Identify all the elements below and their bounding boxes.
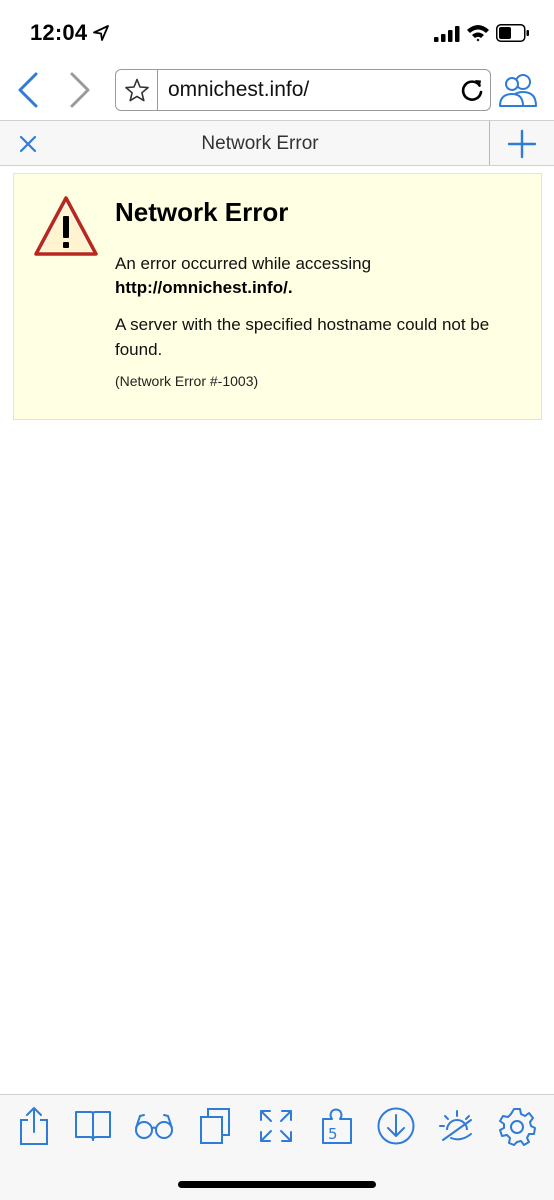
tab-bar: Network Error <box>0 120 554 166</box>
settings-button[interactable] <box>496 1105 538 1147</box>
location-arrow-icon <box>93 25 109 41</box>
new-tab-icon[interactable] <box>507 129 537 159</box>
wifi-icon <box>467 25 489 42</box>
url-text[interactable]: omnichest.info/ <box>168 78 309 102</box>
error-title: Network Error <box>115 197 289 227</box>
fullscreen-button[interactable] <box>255 1105 297 1147</box>
reader-glasses-icon <box>135 1114 173 1139</box>
bookmarks-button[interactable] <box>72 1105 114 1147</box>
address-bar[interactable]: omnichest.info/ <box>115 69 491 111</box>
extensions-icon: 5 <box>322 1108 352 1144</box>
navigation-bar: omnichest.info/ <box>0 62 554 118</box>
extensions-button[interactable]: 5 <box>316 1105 358 1147</box>
night-mode-button[interactable] <box>436 1105 478 1147</box>
share-button[interactable] <box>13 1105 55 1147</box>
cellular-signal-icon <box>434 26 460 42</box>
tabs-button[interactable] <box>194 1105 236 1147</box>
gear-icon <box>499 1108 536 1146</box>
tab-divider <box>489 121 490 165</box>
fullscreen-icon <box>260 1110 292 1142</box>
star-icon <box>124 78 149 102</box>
back-button[interactable] <box>14 70 44 110</box>
error-detail: A server with the specified hostname cou… <box>115 315 490 359</box>
tabs-icon <box>200 1108 230 1144</box>
bookmark-star-button[interactable] <box>116 70 158 110</box>
downloads-icon <box>377 1107 415 1145</box>
error-code: (Network Error #-1003) <box>115 373 259 389</box>
warning-icon <box>34 196 98 256</box>
svg-text:5: 5 <box>328 1125 338 1143</box>
close-tab-icon[interactable] <box>16 132 40 156</box>
home-indicator <box>178 1181 376 1188</box>
error-message: An error occurred while accessing <box>115 254 372 273</box>
tab-title[interactable]: Network Error <box>40 133 480 155</box>
error-panel: Network Error An error occurred while ac… <box>13 173 542 420</box>
error-url: http://omnichest.info/. <box>115 278 293 297</box>
battery-icon <box>496 24 529 42</box>
reload-icon[interactable] <box>458 76 486 104</box>
bookmarks-icon <box>75 1111 111 1141</box>
reader-button[interactable] <box>133 1105 175 1147</box>
forward-button[interactable] <box>64 70 94 110</box>
status-bar: 12:04 <box>0 0 554 62</box>
people-icon[interactable] <box>497 70 539 110</box>
night-mode-icon <box>439 1110 472 1141</box>
downloads-button[interactable] <box>375 1105 417 1147</box>
status-time: 12:04 <box>30 20 88 45</box>
share-icon <box>20 1107 48 1145</box>
